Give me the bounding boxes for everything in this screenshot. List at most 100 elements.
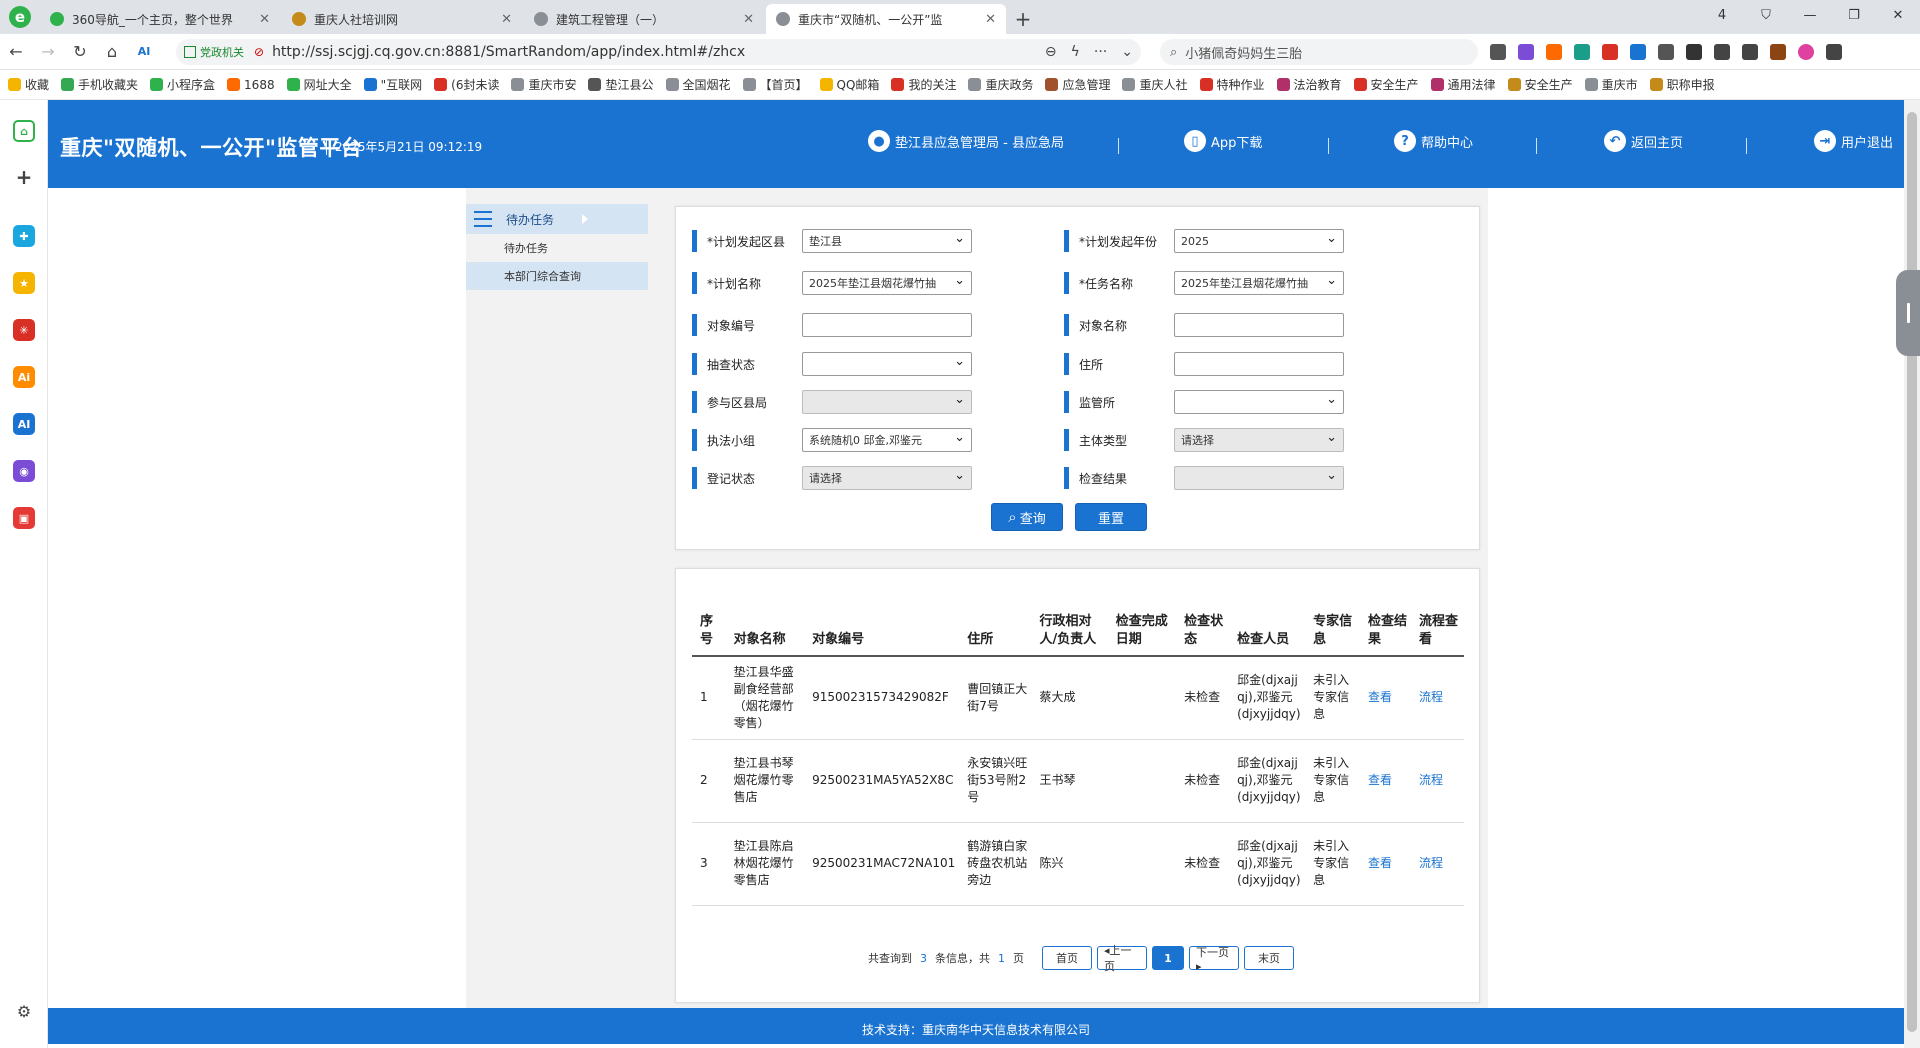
help-center-link[interactable]: ? 帮助中心 xyxy=(1394,130,1473,152)
task-name-select[interactable]: 2025年垫江县烟花爆竹抽 xyxy=(1174,271,1344,295)
bookmark-item[interactable]: 手机收藏夹 xyxy=(61,76,138,93)
restore-icon[interactable]: ❐ xyxy=(1832,8,1876,23)
bookmark-item[interactable]: "互联网 xyxy=(363,76,422,93)
view-flow-link[interactable]: 流程 xyxy=(1411,656,1464,740)
robot-icon[interactable]: ◉ xyxy=(13,460,35,482)
tab-cqrs-training[interactable]: 重庆人社培训网 ✕ xyxy=(282,4,522,34)
plan-name-select[interactable]: 2025年垫江县烟花爆竹抽 xyxy=(802,271,972,295)
page-scrollbar[interactable] xyxy=(1904,100,1920,1048)
tab-360[interactable]: 360导航_一个主页，整个世界 ✕ xyxy=(40,4,280,34)
user-info[interactable]: ● 垫江县应急管理局 - 县应急局 xyxy=(868,130,1064,152)
more-icon[interactable]: ··· xyxy=(1094,44,1107,60)
browser-search-input[interactable]: ⌕ 小猪佩奇妈妈生三胎 xyxy=(1160,39,1478,65)
bookmark-item[interactable]: 通用法律 xyxy=(1430,76,1496,93)
undo-icon[interactable] xyxy=(1742,44,1758,60)
scissors-icon[interactable] xyxy=(1490,44,1506,60)
briefcase-icon[interactable] xyxy=(1770,44,1786,60)
bookmark-item[interactable]: 法治教育 xyxy=(1276,76,1342,93)
view-result-link[interactable]: 查看 xyxy=(1359,822,1411,906)
view-flow-link[interactable]: 流程 xyxy=(1411,739,1464,823)
star-icon[interactable]: ★ xyxy=(13,272,35,294)
insecure-icon[interactable]: ⊘ xyxy=(254,45,264,59)
tab-construction[interactable]: 建筑工程管理（一） ✕ xyxy=(524,4,764,34)
chart-icon[interactable] xyxy=(1574,44,1590,60)
view-flow-link[interactable]: 流程 xyxy=(1411,822,1464,906)
shirt-icon[interactable]: ⛉ xyxy=(1744,8,1788,23)
bookmark-item[interactable]: 重庆政务 xyxy=(968,76,1033,93)
bookmark-item[interactable]: 重庆市安 xyxy=(511,76,576,93)
bookmark-item[interactable]: 重庆市 xyxy=(1584,76,1638,93)
home-icon[interactable]: ⌂ xyxy=(13,120,35,142)
register-status-select[interactable]: 请选择 xyxy=(802,466,972,490)
new-tab-button[interactable]: + xyxy=(1008,4,1038,34)
refresh-icon[interactable]: ↻ xyxy=(64,42,96,61)
puzzle-icon[interactable] xyxy=(1686,44,1702,60)
view-result-link[interactable]: 查看 xyxy=(1359,739,1411,823)
gear-icon[interactable]: ⚙ xyxy=(13,1000,35,1022)
tab-count-badge[interactable]: 4 xyxy=(1700,8,1744,23)
view-result-link[interactable]: 查看 xyxy=(1359,656,1411,740)
bookmark-item[interactable]: 垫江县公 xyxy=(588,76,654,93)
last-page-button[interactable]: 末页 xyxy=(1244,946,1294,970)
query-button[interactable]: ⌕ 查询 xyxy=(991,503,1063,531)
check-status-select[interactable] xyxy=(802,352,972,376)
menu-icon[interactable] xyxy=(1826,44,1842,60)
ai-icon[interactable]: AI xyxy=(128,45,160,58)
reset-button[interactable]: 重置 xyxy=(1075,503,1147,531)
mail-icon[interactable] xyxy=(1630,44,1646,60)
bookmark-item[interactable]: (6封未读 xyxy=(434,76,499,93)
avatar-icon[interactable] xyxy=(1798,44,1814,60)
bookmark-item[interactable]: 网址大全 xyxy=(286,76,352,93)
bookmark-item[interactable]: 应急管理 xyxy=(1045,76,1110,93)
next-page-button[interactable]: 下一页▸ xyxy=(1189,946,1239,973)
object-code-input[interactable] xyxy=(802,313,972,337)
download-icon[interactable] xyxy=(1714,44,1730,60)
url-text[interactable]: http://ssj.scjgj.cq.gov.cn:8881/SmartRan… xyxy=(272,44,1045,60)
page-1-button[interactable]: 1 xyxy=(1152,946,1184,970)
add-icon[interactable]: + xyxy=(13,165,35,189)
translate-icon[interactable] xyxy=(1518,44,1534,60)
tab-close-icon[interactable]: ✕ xyxy=(501,12,512,27)
sidenav-todo-tasks[interactable]: 待办任务 xyxy=(466,204,648,234)
object-name-input[interactable] xyxy=(1174,313,1344,337)
scrollbar-thumb[interactable] xyxy=(1907,112,1917,1032)
bookmark-item[interactable]: 全国烟花 xyxy=(665,76,731,93)
lightning-icon[interactable]: ϟ xyxy=(1071,44,1080,60)
ai-icon[interactable]: AI xyxy=(13,413,35,435)
tab-close-icon[interactable]: ✕ xyxy=(259,12,270,27)
app-download-link[interactable]: ▯ App下载 xyxy=(1184,130,1262,152)
bookmark-item[interactable]: 职称申报 xyxy=(1649,76,1715,93)
subject-type-select[interactable]: 请选择 xyxy=(1174,428,1344,452)
tools-icon[interactable]: ✚ xyxy=(13,225,35,247)
weibo-icon[interactable] xyxy=(1602,44,1618,60)
sidenav-item-todo[interactable]: 待办任务 xyxy=(466,234,648,262)
chevron-down-icon[interactable]: ⌄ xyxy=(1121,44,1133,60)
tab-close-icon[interactable]: ✕ xyxy=(743,12,754,27)
check-result-select[interactable] xyxy=(1174,466,1344,490)
prev-page-button[interactable]: ◂上一页 xyxy=(1097,944,1147,973)
bookmark-item[interactable]: QQ邮箱 xyxy=(819,76,879,93)
first-page-button[interactable]: 首页 xyxy=(1042,946,1092,970)
tab-shuangsuiji[interactable]: 重庆市“双随机、一公开”监 ✕ xyxy=(766,4,1006,34)
ai-assistant-icon[interactable]: Ai xyxy=(13,366,35,388)
game-icon[interactable] xyxy=(1546,44,1562,60)
supervision-office-select[interactable] xyxy=(1174,390,1344,414)
screenshot-icon[interactable] xyxy=(1658,44,1674,60)
home-icon[interactable]: ⌂ xyxy=(96,42,128,61)
return-home-link[interactable]: ↶ 返回主页 xyxy=(1604,130,1683,152)
plan-year-select[interactable]: 2025 xyxy=(1174,229,1344,253)
bookmark-item[interactable]: 重庆人社 xyxy=(1122,76,1188,93)
bookmark-item[interactable]: 安全生产 xyxy=(1507,76,1573,93)
bookmark-item[interactable]: 安全生产 xyxy=(1353,76,1419,93)
forward-icon[interactable]: → xyxy=(32,42,64,61)
bookmark-item[interactable]: 1688 xyxy=(227,78,275,92)
bookmark-item[interactable]: 收藏 xyxy=(8,76,49,93)
network-icon[interactable]: ✳ xyxy=(13,319,35,341)
district-bureau-select[interactable] xyxy=(802,390,972,414)
bookmark-item[interactable]: 特种作业 xyxy=(1199,76,1265,93)
bookmark-item[interactable]: 【首页】 xyxy=(742,76,808,93)
zoom-icon[interactable]: ⊖ xyxy=(1045,44,1057,60)
close-window-icon[interactable]: ✕ xyxy=(1876,8,1920,23)
logout-link[interactable]: ⇥ 用户退出 xyxy=(1814,130,1893,152)
minimize-icon[interactable]: — xyxy=(1788,8,1832,23)
